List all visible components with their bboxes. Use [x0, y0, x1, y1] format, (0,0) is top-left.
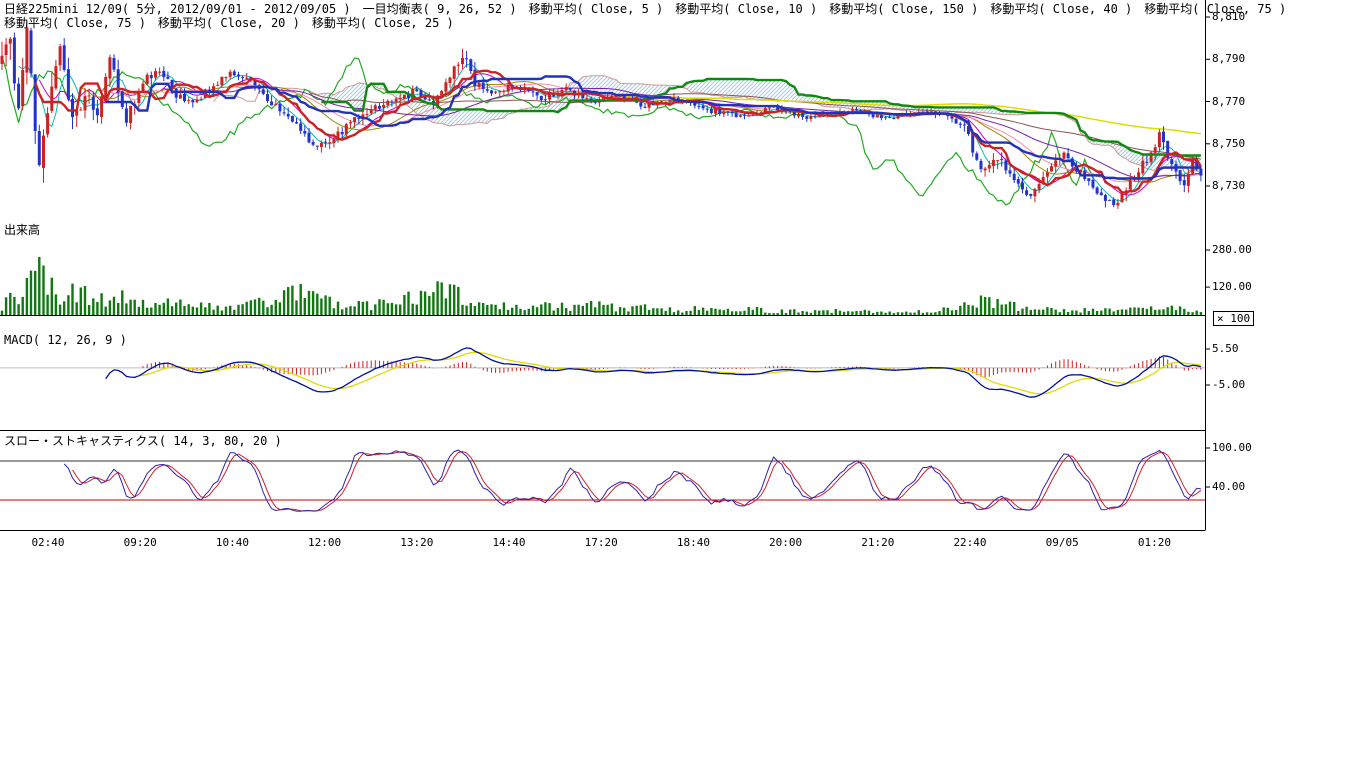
time-axis-label: 01:20: [1138, 536, 1171, 549]
price-axis-label: 8,790: [1212, 52, 1245, 65]
time-axis-label: 17:20: [585, 536, 618, 549]
volume-pane-label: 出来高: [4, 221, 40, 238]
price-axis-label: 8,770: [1212, 95, 1245, 108]
volume-multiplier-badge: × 100: [1213, 311, 1254, 326]
stoch-axis-label: 100.00: [1212, 441, 1252, 454]
time-axis-label: 09:20: [124, 536, 157, 549]
price-axis-label: 8,810: [1212, 10, 1245, 23]
time-axis-label: 12:00: [308, 536, 341, 549]
macd-pane-label: MACD( 12, 26, 9 ): [4, 333, 127, 347]
time-axis-label: 14:40: [492, 536, 525, 549]
stoch-pane-label: スロー・ストキャスティクス( 14, 3, 80, 20 ): [4, 432, 282, 449]
price-axis-label: 8,730: [1212, 179, 1245, 192]
stoch-axis-label: 40.00: [1212, 480, 1245, 493]
time-axis-label: 18:40: [677, 536, 710, 549]
volume-axis-label: 280.00: [1212, 243, 1252, 256]
macd-axis-label: -5.00: [1212, 378, 1245, 391]
chart-header-line1: 日経225mini 12/09( 5分, 2012/09/01 - 2012/0…: [4, 2, 1286, 16]
time-axis-label: 02:40: [31, 536, 64, 549]
time-axis-label: 21:20: [861, 536, 894, 549]
price-chart-canvas: [0, 0, 1366, 560]
volume-axis-label: 120.00: [1212, 280, 1252, 293]
chart-header-line2: 移動平均( Close, 75 ) 移動平均( Close, 20 ) 移動平均…: [4, 16, 454, 30]
time-axis-label: 20:00: [769, 536, 802, 549]
time-axis-label: 09/05: [1046, 536, 1079, 549]
chart-window: 日経225mini 12/09( 5分, 2012/09/01 - 2012/0…: [0, 0, 1366, 768]
time-axis-label: 22:40: [953, 536, 986, 549]
time-axis-label: 13:20: [400, 536, 433, 549]
time-axis-label: 10:40: [216, 536, 249, 549]
macd-axis-label: 5.50: [1212, 342, 1239, 355]
price-axis-label: 8,750: [1212, 137, 1245, 150]
